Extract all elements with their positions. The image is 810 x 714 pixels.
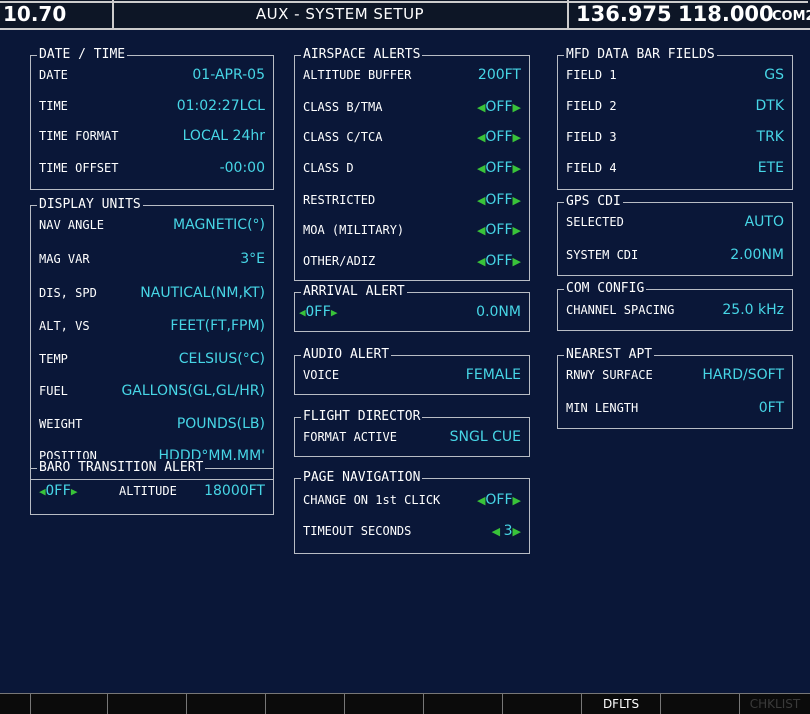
com1-frequency: 136.975	[576, 2, 672, 26]
class-b-row[interactable]: CLASS B/TMA ◀OFF▶	[295, 93, 529, 121]
field-3-row[interactable]: FIELD 3 TRK	[558, 123, 792, 151]
moa-row[interactable]: MOA (MILITARY) ◀OFF▶	[295, 216, 529, 244]
mfd-data-bar-fields-box: MFD DATA BAR FIELDS FIELD 1 GS FIELD 2 DTK…	[557, 46, 793, 190]
restricted-row[interactable]: RESTRICTED ◀OFF▶	[295, 186, 529, 214]
flight-director-box: FLIGHT DIRECTOR FORMAT ACTIVE SNGL CUE	[294, 408, 530, 457]
timeout-seconds-row[interactable]: TIMEOUT SECONDS ◀ 3▶	[295, 517, 529, 545]
baro-alert-legend: BARO TRANSITION ALERT	[37, 459, 206, 477]
field-4-row[interactable]: FIELD 4 ETE	[558, 154, 792, 182]
altitude-buffer-row[interactable]: ALTITUDE BUFFER 200FT	[295, 61, 529, 89]
dflts-softkey[interactable]: DFLTS	[581, 694, 660, 714]
com-config-box: COM CONFIG CHANNEL SPACING 25.0 kHz	[557, 280, 793, 331]
alt-vs-row[interactable]: ALT, VS FEET(FT,FPM)	[31, 312, 273, 340]
mag-var-row[interactable]: MAG VAR 3°E	[31, 245, 273, 273]
weight-row[interactable]: WEIGHT POUNDS(LB)	[31, 410, 273, 438]
system-cdi-row: SYSTEM CDI 2.00NM	[566, 247, 784, 263]
page-title: AUX - SYSTEM SETUP	[255, 5, 425, 23]
min-length-row[interactable]: MIN LENGTH 0FT	[558, 394, 792, 422]
arrival-alert-row[interactable]: ◀OFF▶ 0.0NM	[295, 298, 529, 326]
nav-frequency: 10.70	[3, 2, 67, 26]
date-time-box: DATE / TIME DATE 01-APR-05 TIME 01:02:27LC…	[30, 46, 274, 190]
nearest-apt-box: NEAREST APT RNWY SURFACE HARD/SOFT MIN LE…	[557, 346, 793, 429]
arrival-distance[interactable]: 0.0NM	[476, 298, 521, 326]
top-status-bar: 10.70 AUX - SYSTEM SETUP 136.975 118.000…	[0, 0, 810, 30]
date-row[interactable]: DATE 01-APR-05	[31, 61, 273, 89]
field-2-row[interactable]: FIELD 2 DTK	[558, 92, 792, 120]
nav-angle-row[interactable]: NAV ANGLE MAGNETIC(°)	[31, 211, 273, 239]
class-d-row[interactable]: CLASS D ◀OFF▶	[295, 154, 529, 182]
com2-frequency: 118.000	[678, 2, 774, 26]
change-on-click-row[interactable]: CHANGE ON 1st CLICK ◀OFF▶	[295, 486, 529, 514]
field-1-row[interactable]: FIELD 1 GS	[558, 61, 792, 89]
baro-altitude-value[interactable]: 18000FT	[204, 477, 265, 505]
softkey-4[interactable]	[265, 694, 344, 714]
format-active-row[interactable]: FORMAT ACTIVE SNGL CUE	[295, 423, 529, 451]
voice-row[interactable]: VOICE FEMALE	[295, 361, 529, 389]
page-navigation-box: PAGE NAVIGATION CHANGE ON 1st CLICK ◀OFF▶…	[294, 469, 530, 554]
divider	[112, 0, 114, 28]
altitude-label: ALTITUDE	[119, 484, 177, 498]
left-arrow-icon: ◀	[39, 485, 46, 498]
softkey-bar: DFLTS CHKLIST	[0, 693, 810, 714]
other-adiz-row[interactable]: OTHER/ADIZ ◀OFF▶	[295, 247, 529, 275]
time-format-row[interactable]: TIME FORMAT LOCAL 24hr	[31, 122, 273, 150]
softkey-3[interactable]	[186, 694, 265, 714]
system-setup-page: DATE / TIME DATE 01-APR-05 TIME 01:02:27LC…	[0, 30, 810, 693]
fuel-row[interactable]: FUEL GALLONS(GL,GL/HR)	[31, 377, 273, 405]
time-row[interactable]: TIME 01:02:27LCL	[31, 92, 273, 120]
dis-spd-row[interactable]: DIS, SPD NAUTICAL(NM,KT)	[31, 279, 273, 307]
channel-spacing-row[interactable]: CHANNEL SPACING 25.0 kHz	[558, 296, 792, 324]
baro-alert-row[interactable]: ◀OFF▶ ALTITUDE 18000FT	[31, 477, 273, 505]
softkey-7[interactable]	[502, 694, 581, 714]
chklist-softkey[interactable]: CHKLIST	[739, 694, 810, 714]
baro-alert-toggle[interactable]: ◀OFF▶	[39, 477, 78, 506]
audio-alert-box: AUDIO ALERT VOICE FEMALE	[294, 346, 530, 395]
arrival-alert-box: ARRIVAL ALERT ◀OFF▶ 0.0NM	[294, 283, 530, 332]
time-offset-row[interactable]: TIME OFFSET -00:00	[31, 154, 273, 182]
display-units-box: DISPLAY UNITS NAV ANGLE MAGNETIC(°) MAG V…	[30, 196, 274, 480]
right-arrow-icon: ▶	[70, 485, 78, 498]
divider	[567, 0, 569, 28]
softkey-2[interactable]	[107, 694, 186, 714]
temp-row[interactable]: TEMP CELSIUS(°C)	[31, 345, 273, 373]
baro-transition-alert-box: BARO TRANSITION ALERT ◀OFF▶ ALTITUDE 180…	[30, 459, 274, 515]
cdi-selected-row[interactable]: SELECTED AUTO	[558, 208, 792, 236]
softkey-5[interactable]	[344, 694, 423, 714]
class-c-row[interactable]: CLASS C/TCA ◀OFF▶	[295, 123, 529, 151]
airspace-alerts-box: AIRSPACE ALERTS ALTITUDE BUFFER 200FT CLA…	[294, 46, 530, 281]
runway-surface-row[interactable]: RNWY SURFACE HARD/SOFT	[558, 361, 792, 389]
arrival-alert-toggle[interactable]: ◀OFF▶	[299, 298, 338, 327]
gps-cdi-box: GPS CDI SELECTED AUTO SYSTEM CDI 2.00NM	[557, 193, 793, 276]
softkey-6[interactable]	[423, 694, 502, 714]
softkey-1[interactable]	[30, 694, 107, 714]
com2-label: COM2	[772, 9, 810, 24]
softkey-9[interactable]	[660, 694, 739, 714]
page-navigation-legend: PAGE NAVIGATION	[301, 469, 423, 487]
